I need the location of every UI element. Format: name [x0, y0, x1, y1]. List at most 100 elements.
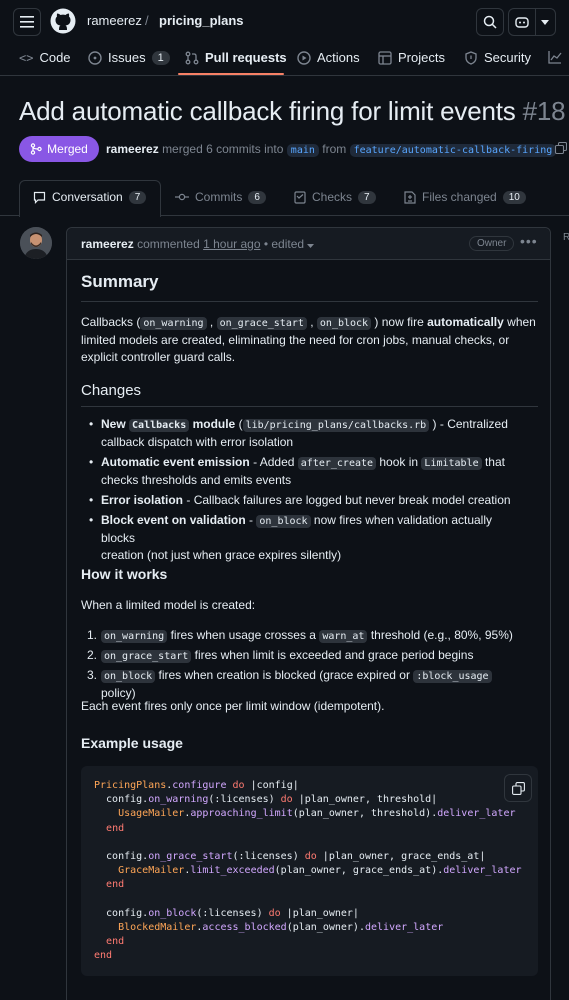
copilot-icon — [515, 17, 529, 28]
tab-conversation[interactable]: Conversation 7 — [33, 190, 147, 204]
bold-text: Error isolation — [101, 493, 184, 507]
repo-owner-link[interactable]: rameerez — [87, 13, 142, 28]
bold-text: Block event on validation — [101, 513, 246, 527]
checklist-icon — [294, 190, 306, 204]
comment-timestamp-link[interactable]: 1 hour ago — [203, 237, 260, 251]
code-line: config.on_warning(:licenses) do |plan_ow… — [94, 794, 438, 806]
sidebar-partial: R — [563, 232, 569, 243]
author-link[interactable]: rameerez — [106, 142, 159, 156]
checks-count: 7 — [358, 190, 376, 204]
chevron-down-icon[interactable] — [541, 20, 549, 25]
changes-heading: Changes — [81, 382, 141, 399]
kebab-menu-icon[interactable]: ••• — [520, 233, 538, 249]
repo-name-link[interactable]: pricing_plans — [159, 13, 244, 28]
repo-nav: <> Code Issues 1 Pull requests Actions P… — [0, 42, 569, 76]
idempotent-note: Each event fires only once per limit win… — [81, 699, 385, 713]
head-branch[interactable]: feature/automatic-callback-firing — [349, 144, 557, 157]
heading-divider — [81, 406, 538, 407]
tab-commits[interactable]: Commits 6 — [175, 190, 266, 204]
text: that — [484, 455, 505, 469]
inline-code: on_warning — [101, 630, 168, 643]
inline-code: warn_at — [319, 630, 368, 643]
pr-title-text: Add automatic callback firing for limit … — [19, 96, 516, 126]
comment-box: rameerez commented 1 hour ago • edited O… — [66, 227, 551, 1000]
table-icon — [378, 50, 392, 65]
tab-checks[interactable]: Checks 7 — [294, 190, 376, 204]
summary-paragraph: Callbacks (on_warning , on_grace_start ,… — [81, 315, 536, 364]
tab-commits-label: Commits — [195, 190, 243, 204]
text: creation (not just when grace expires si… — [101, 548, 342, 562]
comment-icon — [33, 191, 46, 204]
text: ) now fire — [374, 315, 424, 329]
status-badge: Merged — [19, 136, 99, 162]
code-icon: <> — [19, 50, 34, 65]
list-number: 3. — [87, 668, 98, 682]
comment-action: commented — [137, 237, 200, 251]
text: fires when creation is blocked (grace ex… — [158, 668, 410, 682]
how-it-works-heading: How it works — [81, 566, 168, 582]
nav-insights[interactable] — [548, 50, 562, 64]
nav-projects[interactable]: Projects — [378, 50, 445, 65]
nav-security[interactable]: Security — [464, 50, 531, 65]
bold-text: module — [192, 417, 236, 431]
nav-issues[interactable]: Issues 1 — [88, 50, 170, 65]
search-button[interactable] — [476, 8, 504, 36]
nav-issues-label: Issues — [108, 50, 146, 65]
copilot-button[interactable] — [508, 8, 556, 36]
file-diff-icon — [404, 190, 416, 204]
text: explicit controller guard calls. — [81, 350, 236, 364]
avatar-image — [20, 227, 52, 259]
copy-code-button[interactable] — [504, 774, 532, 802]
files-changed-count: 10 — [502, 190, 526, 204]
play-icon — [297, 50, 311, 65]
example-usage-heading: Example usage — [81, 735, 183, 751]
list-item: on_grace_start fires when limit is excee… — [101, 647, 516, 665]
copy-icon — [511, 781, 525, 795]
code-line: end — [106, 822, 125, 834]
changes-heading-text: Changes — [81, 382, 142, 399]
text: hook in — [379, 455, 419, 469]
code-line: BlockedMailer.access_blocked(plan_owner)… — [118, 922, 444, 933]
heading-divider — [81, 301, 538, 302]
nav-actions[interactable]: Actions — [297, 50, 360, 65]
nav-actions-label: Actions — [317, 50, 360, 65]
edited-dropdown[interactable]: • edited — [264, 237, 304, 251]
chevron-down-icon[interactable] — [307, 244, 315, 248]
copilot-divider — [535, 9, 536, 35]
active-nav-indicator — [178, 73, 284, 75]
code-line: end — [106, 936, 125, 948]
tab-files-changed[interactable]: Files changed 10 — [404, 190, 526, 204]
nav-pull-requests[interactable]: Pull requests — [185, 50, 287, 65]
bold-text: automatically — [427, 315, 504, 329]
conversation-count: 7 — [128, 190, 147, 204]
top-bar: rameerez / pricing_plans — [0, 0, 569, 42]
text: fires when usage crosses a — [170, 628, 316, 642]
text: fires when limit is exceeded and grace p… — [194, 648, 474, 662]
text: when — [507, 315, 536, 329]
comment-meta: rameerez commented 1 hour ago • edited — [81, 237, 315, 251]
base-branch[interactable]: main — [286, 144, 319, 157]
bold-text: Automatic event emission — [101, 455, 250, 469]
tab-files-changed-label: Files changed — [422, 190, 497, 204]
code-line: UsageMailer.approaching_limit(plan_owner… — [118, 808, 516, 820]
github-logo-icon[interactable] — [50, 8, 76, 34]
nav-code-label: Code — [39, 50, 71, 65]
hamburger-menu-button[interactable] — [13, 8, 41, 36]
inline-code: on_block — [256, 515, 311, 528]
tab-checks-label: Checks — [312, 190, 353, 204]
comment-author-link[interactable]: rameerez — [81, 237, 134, 251]
copy-branch-icon[interactable] — [555, 142, 567, 154]
text: callback dispatch with error isolation — [101, 435, 294, 449]
code-line: end — [94, 950, 113, 962]
list-item: Block event on validation - on_block now… — [89, 512, 516, 564]
commit-icon — [175, 193, 189, 201]
code-block: PricingPlans.configure do |config| confi… — [81, 766, 538, 976]
nav-pull-requests-label: Pull requests — [205, 50, 287, 65]
inline-code: lib/pricing_plans/callbacks.rb — [242, 419, 430, 432]
avatar[interactable] — [20, 227, 52, 259]
list-number: 2. — [87, 648, 98, 662]
text: checks thresholds and emits events — [101, 473, 292, 487]
text: - Callback failures are logged but never… — [186, 493, 511, 507]
nav-code[interactable]: <> Code — [19, 50, 71, 65]
hamburger-icon — [20, 16, 34, 28]
